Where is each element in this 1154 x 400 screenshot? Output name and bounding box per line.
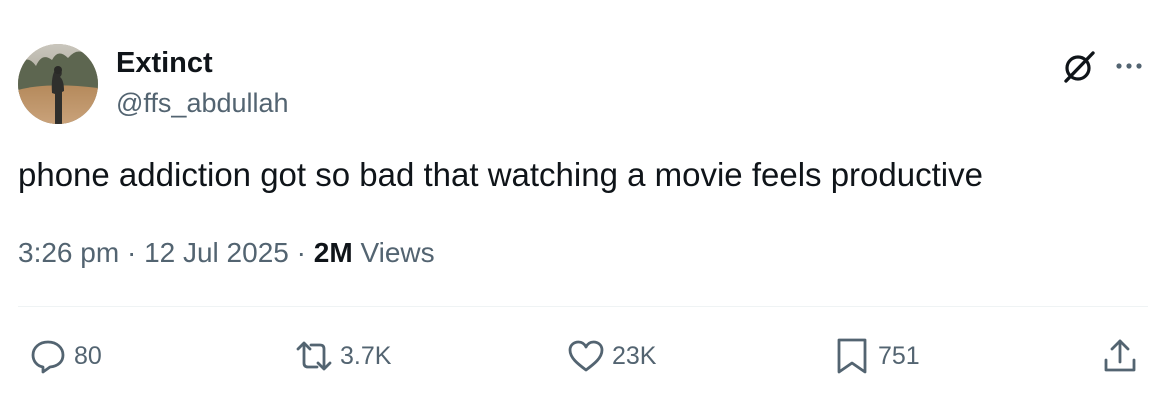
divider (18, 306, 1148, 307)
repost-count: 3.7K (340, 342, 392, 370)
tweet-text: phone addiction got so bad that watching… (18, 156, 983, 193)
share-icon (1104, 339, 1136, 372)
bookmark-count: 751 (878, 342, 920, 370)
repost-icon (296, 341, 332, 371)
like-count: 23K (612, 342, 657, 370)
reply-button[interactable]: 80 (28, 336, 102, 376)
reply-icon (31, 340, 65, 374)
tweet-date[interactable]: 12 Jul 2025 (144, 237, 289, 268)
avatar-image (18, 44, 98, 124)
bookmark-icon (837, 338, 867, 374)
like-button[interactable]: 23K (566, 336, 656, 376)
reply-count: 80 (74, 342, 102, 370)
views-label: Views (360, 237, 435, 268)
more-icon[interactable] (1114, 52, 1144, 80)
display-name[interactable]: Extinct (116, 46, 213, 80)
tweet-card: Extinct @ffs_abdullah phone addiction go… (0, 0, 1154, 400)
user-handle[interactable]: @ffs_abdullah (116, 87, 289, 119)
grok-icon[interactable] (1060, 48, 1098, 86)
share-button[interactable] (1100, 336, 1140, 376)
like-icon (568, 340, 604, 372)
meta-separator: · (296, 237, 306, 268)
bookmark-button[interactable]: 751 (832, 336, 920, 376)
avatar[interactable] (18, 44, 98, 124)
tweet-time[interactable]: 3:26 pm (18, 237, 119, 268)
meta-separator: · (126, 237, 137, 268)
tweet-meta: 3:26 pm · 12 Jul 2025 · 2M Views (18, 234, 435, 272)
repost-button[interactable]: 3.7K (294, 336, 391, 376)
views-count: 2M (313, 237, 353, 268)
